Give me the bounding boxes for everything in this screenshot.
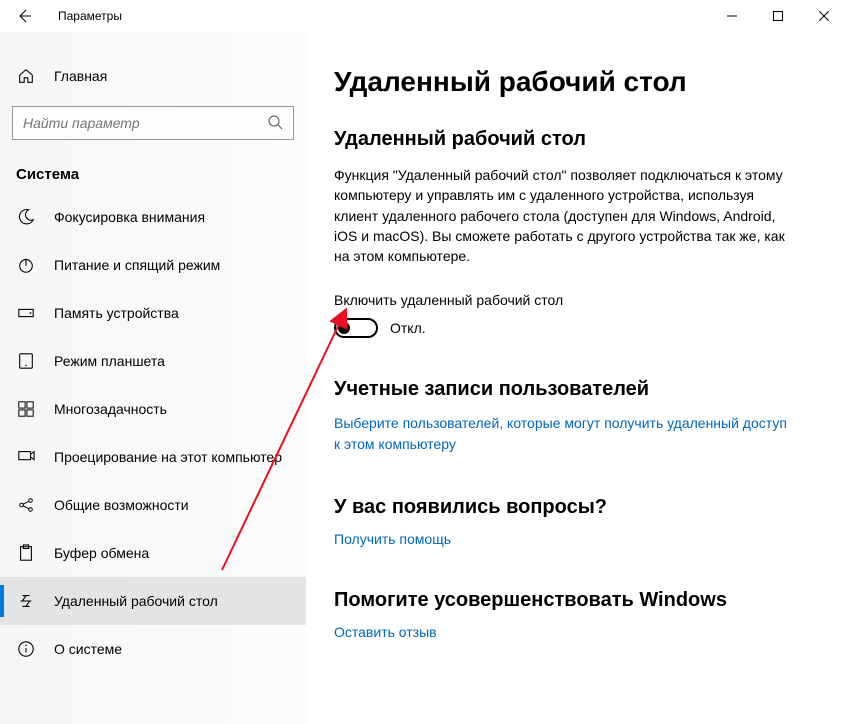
sidebar-item-label: Буфер обмена xyxy=(54,545,149,561)
feedback-section-title: Помогите усовершенствовать Windows xyxy=(334,589,819,612)
remote-desktop-icon xyxy=(16,591,36,611)
sidebar-item-tablet-mode[interactable]: Режим планшета xyxy=(0,337,306,385)
section-subtitle: Удаленный рабочий стол xyxy=(334,128,819,151)
accounts-section-title: Учетные записи пользователей xyxy=(334,378,819,401)
sidebar-item-remote-desktop[interactable]: Удаленный рабочий стол xyxy=(0,577,306,625)
maximize-button[interactable] xyxy=(755,0,801,32)
search-icon xyxy=(267,114,283,133)
share-icon xyxy=(16,495,36,515)
titlebar: Параметры xyxy=(0,0,847,32)
maximize-icon xyxy=(773,11,783,21)
minimize-icon xyxy=(727,11,737,21)
sidebar-item-storage[interactable]: Память устройства xyxy=(0,289,306,337)
content-pane: Удаленный рабочий стол Удаленный рабочий… xyxy=(306,32,847,724)
sidebar-item-label: Удаленный рабочий стол xyxy=(54,593,218,609)
sidebar-section-header: Система xyxy=(0,144,306,193)
minimize-button[interactable] xyxy=(709,0,755,32)
home-icon xyxy=(16,66,36,86)
sidebar-item-projecting[interactable]: Проецирование на этот компьютер xyxy=(0,433,306,481)
search-box[interactable] xyxy=(12,106,294,140)
sidebar-item-label: Питание и спящий режим xyxy=(54,257,220,273)
sidebar-home-label: Главная xyxy=(54,68,107,84)
power-icon xyxy=(16,255,36,275)
toggle-state-text: Откл. xyxy=(390,320,426,336)
back-button[interactable] xyxy=(8,0,40,32)
section-description: Функция "Удаленный рабочий стол" позволя… xyxy=(334,165,794,266)
multitask-icon xyxy=(16,399,36,419)
feedback-link[interactable]: Оставить отзыв xyxy=(334,624,437,640)
sidebar-item-label: Память устройства xyxy=(54,305,179,321)
project-icon xyxy=(16,447,36,467)
toggle-knob xyxy=(338,322,350,334)
sidebar-item-about[interactable]: О системе xyxy=(0,625,306,673)
search-input[interactable] xyxy=(23,115,267,131)
sidebar-item-power-sleep[interactable]: Питание и спящий режим xyxy=(0,241,306,289)
sidebar-item-clipboard[interactable]: Буфер обмена xyxy=(0,529,306,577)
storage-icon xyxy=(16,303,36,323)
clipboard-icon xyxy=(16,543,36,563)
help-section-title: У вас появились вопросы? xyxy=(334,496,819,519)
toggle-label: Включить удаленный рабочий стол xyxy=(334,292,819,308)
moon-icon xyxy=(16,207,36,227)
arrow-left-icon xyxy=(16,8,32,24)
sidebar-item-label: Общие возможности xyxy=(54,497,189,513)
sidebar-item-label: Многозадачность xyxy=(54,401,167,417)
sidebar-item-shared-experiences[interactable]: Общие возможности xyxy=(0,481,306,529)
sidebar-home[interactable]: Главная xyxy=(0,56,306,96)
sidebar-item-label: Фокусировка внимания xyxy=(54,209,205,225)
page-title: Удаленный рабочий стол xyxy=(334,66,819,98)
remote-desktop-toggle[interactable] xyxy=(334,318,378,338)
close-button[interactable] xyxy=(801,0,847,32)
sidebar-item-multitasking[interactable]: Многозадачность xyxy=(0,385,306,433)
close-icon xyxy=(819,11,829,21)
sidebar-item-label: Режим планшета xyxy=(54,353,165,369)
tablet-icon xyxy=(16,351,36,371)
sidebar-item-focus-assist[interactable]: Фокусировка внимания xyxy=(0,193,306,241)
get-help-link[interactable]: Получить помощь xyxy=(334,531,451,547)
select-users-link[interactable]: Выберите пользователей, которые могут по… xyxy=(334,413,794,454)
window-title: Параметры xyxy=(58,9,122,23)
sidebar: Главная Система Фокусировка внимания xyxy=(0,32,306,724)
sidebar-item-label: Проецирование на этот компьютер xyxy=(54,449,282,465)
sidebar-item-label: О системе xyxy=(54,641,122,657)
info-icon xyxy=(16,639,36,659)
